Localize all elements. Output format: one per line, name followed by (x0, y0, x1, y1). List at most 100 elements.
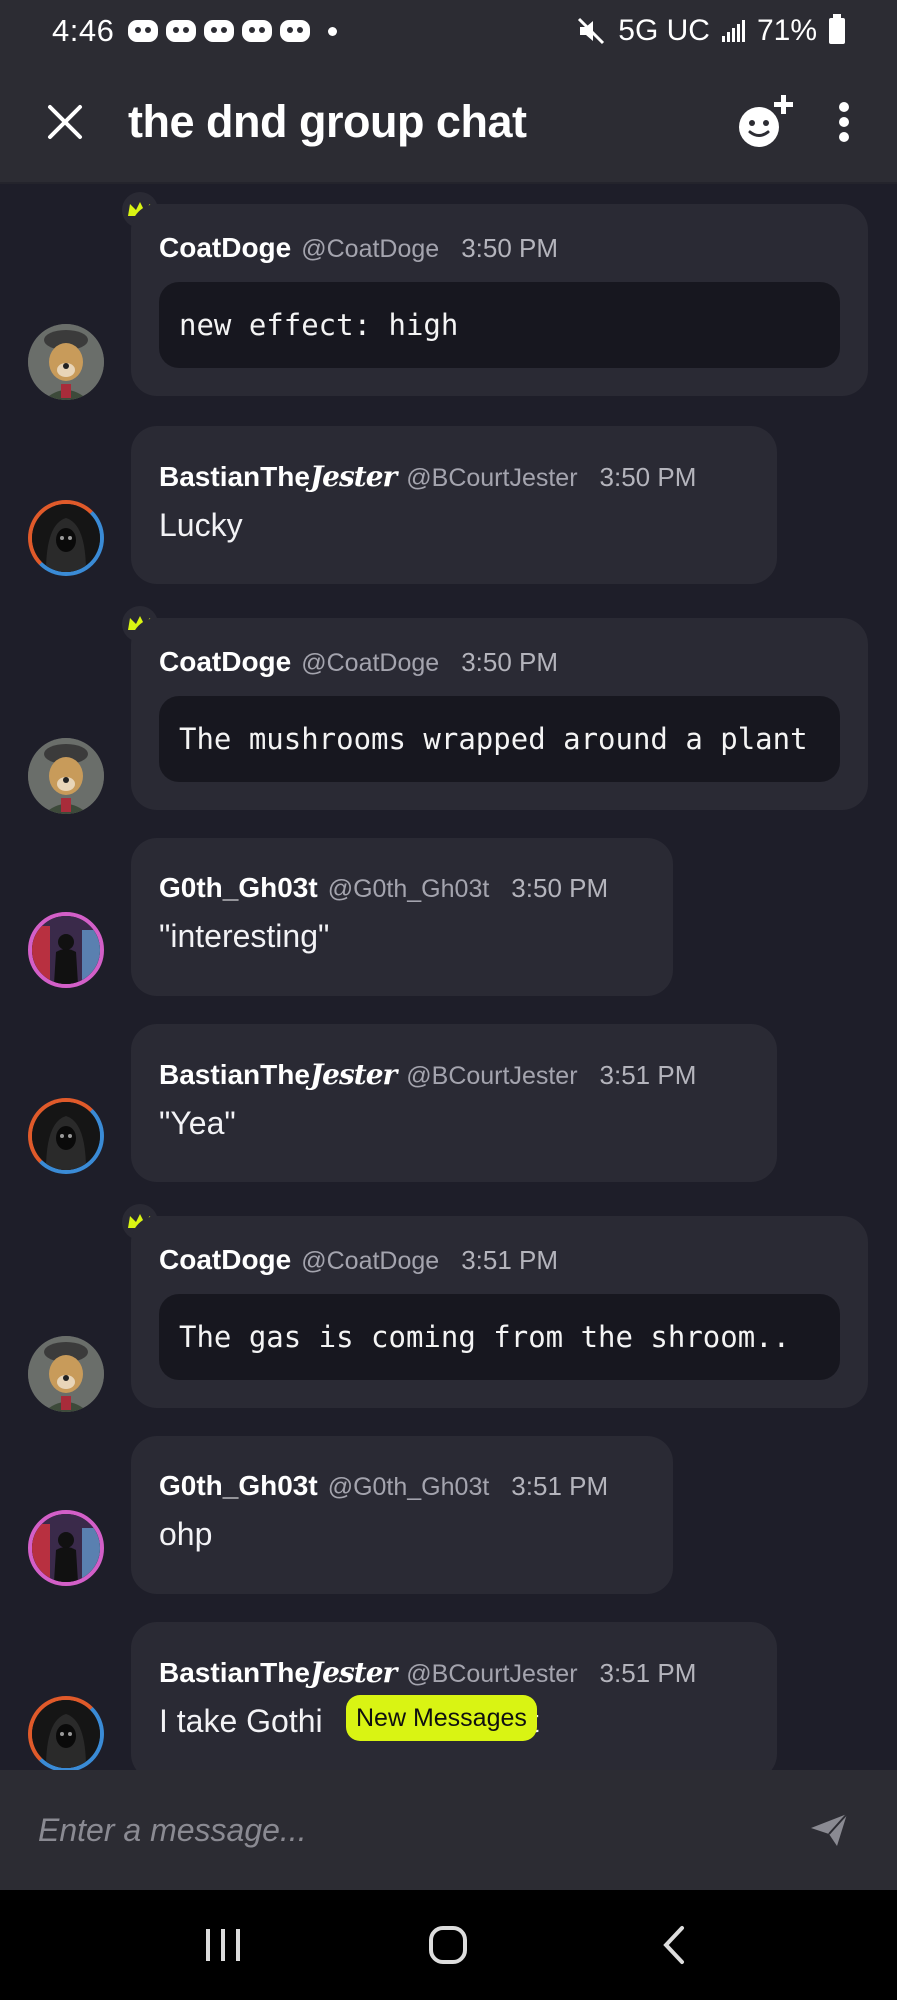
message-time: 3:51 PM (511, 1471, 609, 1501)
message-author-styled: Jester (309, 1656, 397, 1689)
status-indicators: 5G UC 71% (576, 14, 845, 48)
message-text: "interesting" (159, 918, 330, 954)
network-type: 5G UC (618, 14, 710, 47)
status-time: 4:46 (52, 13, 115, 48)
avatar-image (28, 738, 104, 814)
message-author[interactable]: CoatDoge (159, 646, 291, 678)
add-reaction-button[interactable] (735, 93, 797, 151)
message-time: 3:51 PM (599, 1060, 697, 1090)
add-reaction-icon (739, 95, 793, 147)
message-author[interactable]: G0th_Gh03t (159, 1470, 318, 1502)
message-bubble[interactable]: CoatDoge @CoatDoge 3:51 PM The gas is co… (131, 1216, 868, 1408)
discord-notification-icon (242, 20, 273, 42)
message-author-styled: Jester (309, 460, 397, 493)
message-bubble[interactable]: BastianTheJester @BCourtJester 3:50 PM L… (131, 426, 777, 584)
code-block: new effect: high (159, 282, 840, 368)
message-author[interactable]: CoatDoge (159, 232, 291, 264)
message-time: 3:50 PM (461, 233, 559, 263)
message-item: G0th_Gh03t @G0th_Gh03t 3:51 PM ohp (0, 1436, 897, 1596)
send-button[interactable] (799, 1800, 859, 1860)
avatar-image (32, 916, 100, 984)
message-text-start: I take Gothi (159, 1703, 323, 1739)
close-button[interactable] (30, 87, 100, 157)
message-author[interactable]: BastianTheJester (159, 460, 397, 493)
message-handle: @G0th_Gh03t (327, 1473, 490, 1501)
new-messages-button[interactable]: New Messages (346, 1695, 537, 1741)
avatar-g0th[interactable] (28, 1510, 104, 1586)
message-item: G0th_Gh03t @G0th_Gh03t 3:50 PM "interest… (0, 838, 897, 998)
message-item: BastianTheJester @BCourtJester 3:51 PM "… (0, 1024, 897, 1184)
avatar-image (28, 324, 104, 400)
avatar-image (32, 1102, 100, 1170)
message-author-prefix: BastianThe (159, 461, 310, 492)
message-author-styled: Jester (309, 1058, 397, 1091)
message-meta: CoatDoge @CoatDoge 3:50 PM (159, 232, 840, 264)
message-time: 3:51 PM (599, 1658, 697, 1688)
message-handle: @CoatDoge (301, 1247, 440, 1275)
code-block: The gas is coming from the shroom.. (159, 1294, 840, 1380)
message-composer (0, 1770, 897, 1890)
message-bubble[interactable]: CoatDoge @CoatDoge 3:50 PM The mushrooms… (131, 618, 868, 810)
message-time: 3:50 PM (599, 462, 697, 492)
avatar-image (32, 504, 100, 572)
more-options-button[interactable] (837, 102, 851, 142)
message-author[interactable]: G0th_Gh03t (159, 872, 318, 904)
recent-apps-button[interactable] (183, 1905, 263, 1985)
chat-title: the dnd group chat (128, 96, 527, 147)
message-meta: G0th_Gh03t @G0th_Gh03t 3:50 PM (159, 872, 645, 904)
notification-icons (128, 20, 338, 42)
avatar-g0th[interactable] (28, 912, 104, 988)
back-icon (663, 1926, 685, 1964)
message-list[interactable]: CoatDoge @CoatDoge 3:50 PM new effect: h… (0, 186, 897, 1770)
discord-notification-icon (128, 20, 159, 42)
message-time: 3:50 PM (461, 647, 559, 677)
message-handle: @BCourtJester (406, 464, 578, 492)
battery-percent: 71% (756, 14, 817, 47)
system-nav-bar (0, 1890, 897, 2000)
code-block: The mushrooms wrapped around a plant (159, 696, 840, 782)
message-meta: BastianTheJester @BCourtJester 3:50 PM (159, 460, 749, 493)
avatar-coatdoge[interactable] (28, 324, 104, 400)
header-actions (735, 93, 851, 151)
back-button[interactable] (634, 1905, 714, 1985)
avatar-coatdoge[interactable] (28, 738, 104, 814)
avatar-coatdoge[interactable] (28, 1336, 104, 1412)
recent-apps-icon (205, 1929, 240, 1961)
message-author[interactable]: BastianTheJester (159, 1656, 397, 1689)
message-bubble[interactable]: BastianTheJester @BCourtJester 3:51 PM "… (131, 1024, 777, 1182)
message-author[interactable]: BastianTheJester (159, 1058, 397, 1091)
message-handle: @BCourtJester (406, 1660, 578, 1688)
message-handle: @BCourtJester (406, 1062, 578, 1090)
message-bubble[interactable]: CoatDoge @CoatDoge 3:50 PM new effect: h… (131, 204, 868, 396)
message-time: 3:50 PM (511, 873, 609, 903)
message-author-prefix: BastianThe (159, 1059, 310, 1090)
battery-icon (829, 14, 845, 44)
message-bubble[interactable]: G0th_Gh03t @G0th_Gh03t 3:50 PM "interest… (131, 838, 673, 996)
home-button[interactable] (408, 1905, 488, 1985)
status-bar: 4:46 5G UC 71% (0, 0, 897, 62)
message-item: BastianTheJester @BCourtJester 3:50 PM L… (0, 426, 897, 586)
avatar-bastian[interactable] (28, 500, 104, 576)
message-handle: @CoatDoge (301, 235, 440, 263)
message-input[interactable] (38, 1811, 799, 1849)
message-author[interactable]: CoatDoge (159, 1244, 291, 1276)
avatar-bastian[interactable] (28, 1696, 104, 1770)
message-text: Lucky (159, 507, 243, 543)
message-bubble[interactable]: G0th_Gh03t @G0th_Gh03t 3:51 PM ohp (131, 1436, 673, 1594)
message-meta: BastianTheJester @BCourtJester 3:51 PM (159, 1058, 749, 1091)
discord-notification-icon (280, 20, 311, 42)
message-handle: @G0th_Gh03t (327, 875, 490, 903)
avatar-bastian[interactable] (28, 1098, 104, 1174)
chat-header: the dnd group chat (0, 62, 897, 184)
avatar-image (32, 1700, 100, 1768)
discord-notification-icon (166, 20, 197, 42)
close-icon (48, 105, 82, 139)
more-notifications-dot (328, 26, 338, 36)
message-text: ohp (159, 1516, 213, 1552)
home-icon (429, 1926, 468, 1964)
message-time: 3:51 PM (461, 1245, 559, 1275)
signal-icon (721, 20, 745, 42)
message-text: "Yea" (159, 1105, 236, 1141)
message-item: CoatDoge @CoatDoge 3:50 PM new effect: h… (0, 186, 897, 400)
more-vert-icon (839, 102, 849, 142)
